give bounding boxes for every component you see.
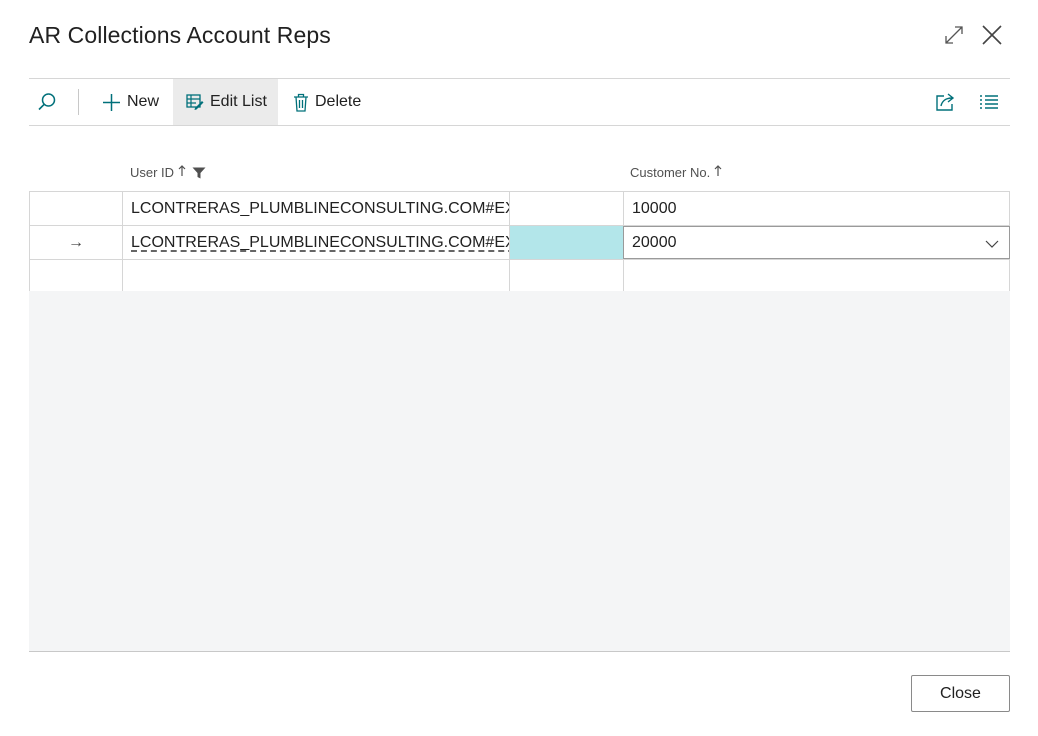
edit-list-label: Edit List — [210, 93, 267, 110]
table-row-new[interactable] — [29, 260, 1010, 294]
list-view-icon — [979, 94, 999, 110]
sort-ascending-icon — [178, 165, 186, 180]
user-id-cell[interactable]: LCONTRERAS_PLUMBLINECONSULTING.COM#EXT# — [122, 226, 509, 259]
row-indicator-cell[interactable] — [29, 192, 122, 225]
blank-cell — [509, 260, 623, 293]
chevron-down-icon[interactable] — [985, 236, 999, 254]
expand-icon[interactable] — [941, 22, 967, 48]
user-id-cell[interactable]: LCONTRERAS_PLUMBLINECONSULTING.COM#EXT# — [122, 192, 509, 225]
delete-label: Delete — [315, 93, 362, 110]
close-button[interactable]: Close — [911, 675, 1010, 712]
plus-icon — [102, 93, 121, 112]
filter-icon[interactable] — [192, 167, 206, 179]
user-id-value: LCONTRERAS_PLUMBLINECONSULTING.COM#EXT# — [131, 233, 509, 251]
new-button[interactable]: New — [102, 79, 159, 125]
list-view-button[interactable] — [979, 79, 1005, 125]
toolbar-separator — [78, 89, 79, 115]
row-indicator-cell[interactable]: → — [29, 226, 122, 259]
page-title: AR Collections Account Reps — [29, 22, 331, 48]
footer-divider — [29, 651, 1010, 652]
search-icon — [37, 92, 57, 112]
current-row-arrow-icon: → — [68, 233, 84, 251]
new-label: New — [127, 93, 160, 110]
selected-blank-cell — [509, 226, 623, 259]
column-header-user-id[interactable]: User ID — [130, 165, 206, 180]
user-id-cell[interactable] — [122, 260, 509, 293]
close-icon[interactable] — [979, 22, 1005, 48]
row-indicator-cell[interactable] — [29, 260, 122, 293]
customer-no-header-label: Customer No. — [630, 165, 711, 180]
trash-icon — [293, 93, 309, 112]
user-id-header-label: User ID — [130, 165, 175, 180]
blank-cell — [509, 192, 623, 225]
share-button[interactable] — [935, 79, 963, 125]
share-icon — [935, 92, 957, 112]
customer-no-cell[interactable] — [623, 260, 1010, 293]
customer-no-dropdown[interactable]: 20000 — [623, 226, 1010, 259]
search-button[interactable] — [37, 79, 63, 125]
delete-button[interactable]: Delete — [293, 79, 361, 125]
list-grid: LCONTRERAS_PLUMBLINECONSULTING.COM#EXT# … — [29, 191, 1010, 294]
table-row[interactable]: → LCONTRERAS_PLUMBLINECONSULTING.COM#EXT… — [29, 226, 1010, 260]
sort-ascending-icon — [714, 165, 722, 180]
customer-no-value: 20000 — [632, 233, 677, 251]
edit-list-icon — [186, 93, 204, 111]
customer-no-cell[interactable]: 10000 — [623, 192, 1010, 225]
column-header-customer-no[interactable]: Customer No. — [630, 165, 722, 180]
list-empty-area — [29, 291, 1010, 651]
table-row[interactable]: LCONTRERAS_PLUMBLINECONSULTING.COM#EXT# … — [29, 191, 1010, 226]
edit-list-button[interactable]: Edit List — [173, 79, 278, 125]
action-bar: New Edit List Delete — [29, 78, 1010, 126]
